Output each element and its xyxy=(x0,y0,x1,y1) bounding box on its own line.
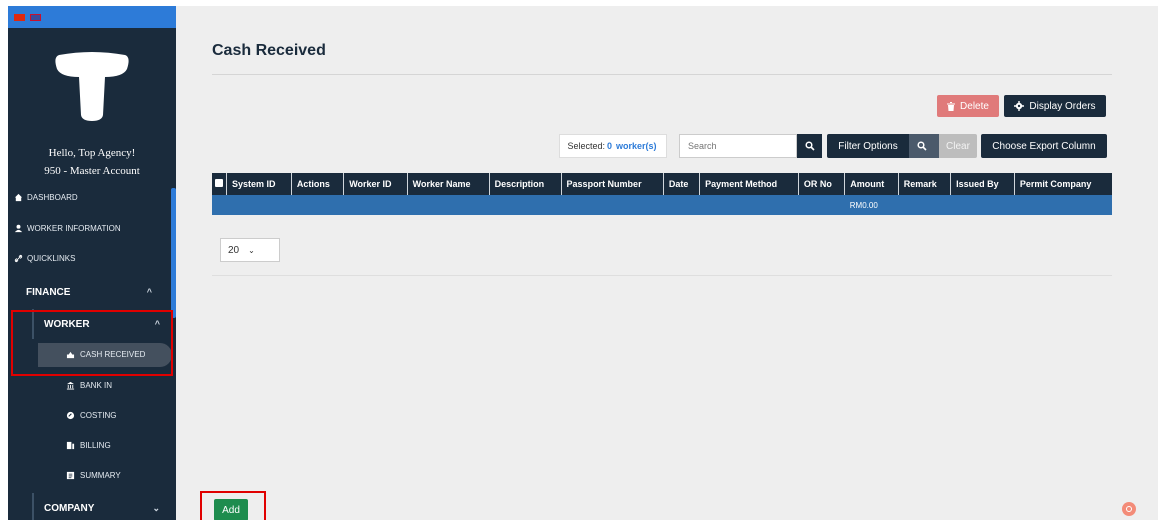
home-icon xyxy=(14,193,23,202)
language-bar xyxy=(8,6,176,28)
column-header[interactable]: Date xyxy=(663,173,701,195)
billing-icon xyxy=(66,441,75,450)
column-header[interactable]: Amount xyxy=(844,173,899,195)
table-total-row: RM0.00 xyxy=(212,195,1112,215)
selected-prefix: Selected: xyxy=(567,141,605,151)
sidebar-item-label: COSTING xyxy=(80,411,117,420)
table-cell xyxy=(898,195,951,215)
sidebar-item-worker-information[interactable]: WORKER INFORMATION xyxy=(14,224,121,233)
search-icon xyxy=(804,141,815,151)
column-header[interactable]: Actions xyxy=(291,173,345,195)
page-size-value: 20 xyxy=(228,244,240,256)
clear-button[interactable]: Clear xyxy=(939,134,977,158)
column-header[interactable]: Worker ID xyxy=(343,173,408,195)
greeting-text: Hello, Top Agency! xyxy=(48,147,136,159)
sidebar-item-bank-in[interactable]: BANK IN xyxy=(66,381,112,390)
sidebar-item-quicklinks[interactable]: QUICKLINKS xyxy=(14,254,75,263)
table-cell xyxy=(291,195,344,215)
table-cell xyxy=(489,195,562,215)
column-header[interactable]: Payment Method xyxy=(699,173,799,195)
table-cell xyxy=(561,195,664,215)
table-cell xyxy=(343,195,408,215)
sidebar-item-label: SUMMARY xyxy=(80,471,121,480)
page-size-select[interactable]: 20 ⌄ xyxy=(220,238,280,262)
filter-options-button[interactable]: Filter Options xyxy=(827,134,909,158)
selected-count-display: Selected: 0 worker(s) xyxy=(559,134,667,158)
column-header[interactable]: Issued By xyxy=(950,173,1015,195)
total-amount: RM0.00 xyxy=(844,195,899,215)
table-header-row: System ID Actions Worker ID Worker Name … xyxy=(212,173,1112,195)
table-cell xyxy=(1014,195,1112,215)
search-input[interactable] xyxy=(679,134,797,158)
table-cell xyxy=(663,195,700,215)
display-orders-label: Display Orders xyxy=(1029,100,1096,112)
choose-export-column-button[interactable]: Choose Export Column xyxy=(981,134,1107,158)
title-divider xyxy=(212,74,1112,75)
account-text: 950 - Master Account xyxy=(44,165,140,177)
column-header[interactable]: Permit Company xyxy=(1014,173,1112,195)
sidebar-item-label: BILLING xyxy=(80,441,111,450)
table-cell xyxy=(226,195,292,215)
selected-suffix: worker(s) xyxy=(616,141,657,151)
search-button[interactable] xyxy=(797,134,822,158)
trash-icon xyxy=(947,101,956,111)
delete-button[interactable]: Delete xyxy=(937,95,999,117)
costing-icon xyxy=(66,411,75,420)
table-cell xyxy=(212,195,227,215)
column-header[interactable]: Description xyxy=(489,173,562,195)
table-cell xyxy=(407,195,490,215)
logo xyxy=(8,28,176,143)
uk-flag-icon[interactable] xyxy=(30,13,41,21)
page-title: Cash Received xyxy=(212,42,326,59)
sidebar-section-company[interactable]: COMPANY ⌄ xyxy=(32,493,170,520)
sidebar-item-label: DASHBOARD xyxy=(27,193,78,202)
section-label: COMPANY xyxy=(44,502,95,514)
selected-count: 0 xyxy=(607,141,613,151)
sidebar-item-label: QUICKLINKS xyxy=(27,254,76,263)
column-header[interactable]: Passport Number xyxy=(561,173,664,195)
notification-icon[interactable] xyxy=(1122,502,1136,516)
sidebar-item-label: WORKER INFORMATION xyxy=(27,224,121,233)
sidebar-item-dashboard[interactable]: DASHBOARD xyxy=(14,193,78,202)
summary-icon xyxy=(66,471,75,480)
sidebar-item-costing[interactable]: COSTING xyxy=(66,411,116,420)
bank-icon xyxy=(66,381,75,390)
main-content: Cash Received Delete Display Orders Sele… xyxy=(176,6,1158,520)
gear-icon xyxy=(1014,101,1025,111)
agency-logo-icon xyxy=(55,51,129,121)
link-icon xyxy=(14,254,23,263)
sidebar-item-billing[interactable]: BILLING xyxy=(66,441,111,450)
add-highlight-box xyxy=(200,491,266,520)
table-cell xyxy=(699,195,799,215)
filter-search-button[interactable] xyxy=(909,134,939,158)
table-cell xyxy=(798,195,845,215)
section-label: FINANCE xyxy=(26,286,71,298)
select-all-header[interactable] xyxy=(212,173,227,195)
table-cell xyxy=(950,195,1015,215)
user-icon xyxy=(14,224,23,233)
delete-label: Delete xyxy=(960,100,989,112)
select-all-checkbox[interactable] xyxy=(215,179,223,187)
column-header[interactable]: Worker Name xyxy=(407,173,490,195)
sidebar-item-summary[interactable]: SUMMARY xyxy=(66,471,121,480)
column-header[interactable]: System ID xyxy=(226,173,292,195)
sidebar-section-finance[interactable]: FINANCE ^ xyxy=(8,277,176,307)
sidebar: Hello, Top Agency! 950 - Master Account … xyxy=(8,6,176,520)
display-orders-button[interactable]: Display Orders xyxy=(1004,95,1106,117)
chevron-up-icon: ^ xyxy=(146,287,152,297)
sidebar-item-label: BANK IN xyxy=(80,381,113,390)
column-header[interactable]: OR No xyxy=(798,173,846,195)
china-flag-icon[interactable] xyxy=(14,13,25,21)
chevron-down-icon: ⌄ xyxy=(152,502,160,513)
column-header[interactable]: Remark xyxy=(898,173,952,195)
search-icon xyxy=(916,141,927,151)
table-bottom-divider xyxy=(212,275,1112,276)
cash-received-table: System ID Actions Worker ID Worker Name … xyxy=(212,173,1112,215)
worker-highlight-box xyxy=(11,310,173,376)
chevron-down-icon: ⌄ xyxy=(248,245,255,255)
